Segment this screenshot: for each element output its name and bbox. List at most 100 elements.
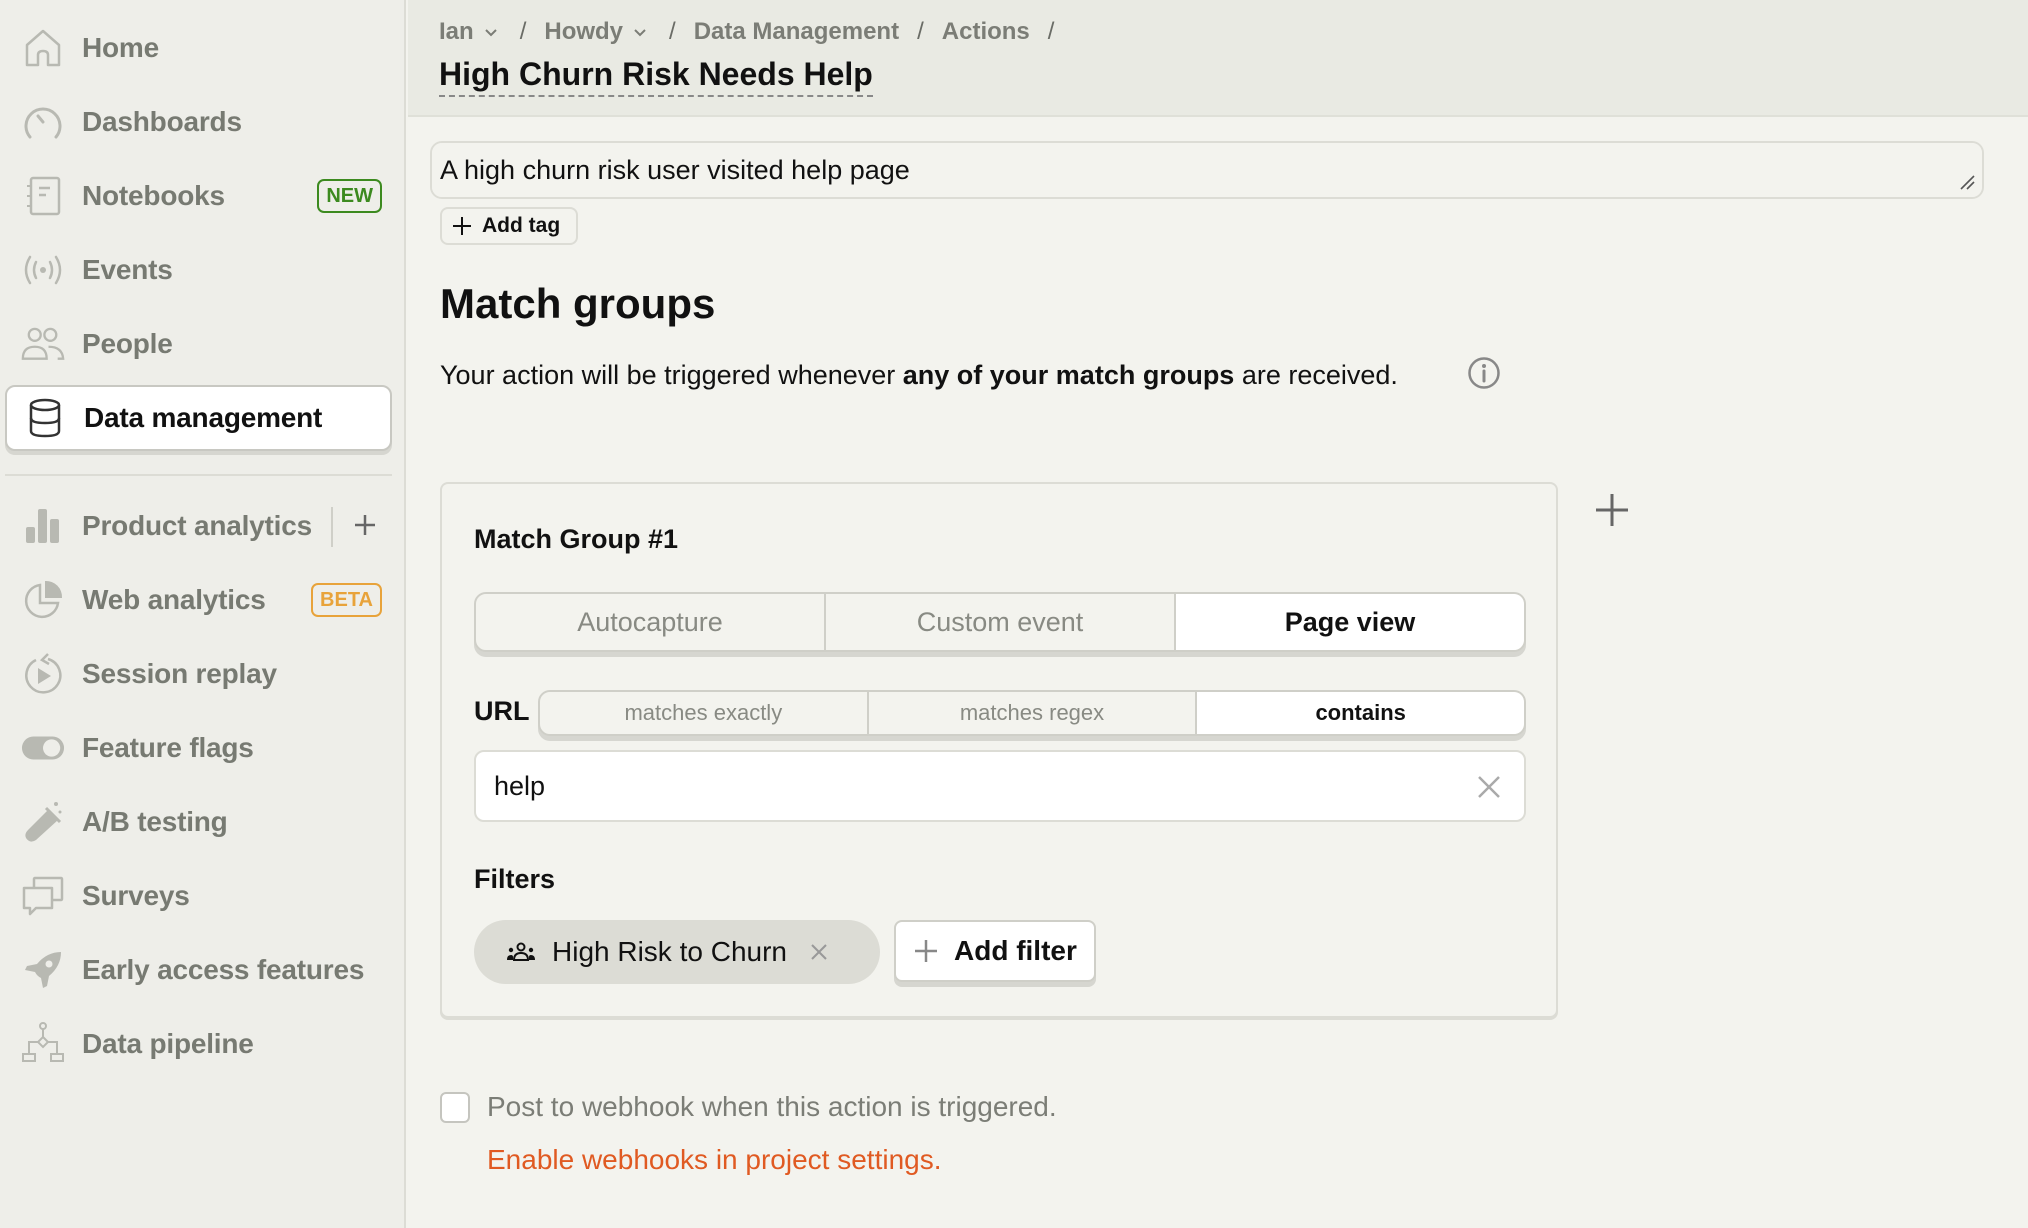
plus-icon bbox=[915, 940, 937, 962]
flask-icon bbox=[21, 800, 65, 844]
database-icon bbox=[23, 396, 67, 440]
sidebar-item-ab-testing[interactable]: A/B testing bbox=[5, 789, 392, 855]
sidebar-item-label: Product analytics bbox=[82, 510, 313, 541]
dashboard-gauge-icon bbox=[21, 100, 65, 144]
sidebar-item-label: People bbox=[82, 328, 173, 359]
url-match-contains[interactable]: contains bbox=[1197, 692, 1524, 734]
breadcrumb-label: Ian bbox=[439, 18, 474, 45]
pie-chart-icon bbox=[21, 578, 65, 622]
chevron-down-icon bbox=[484, 29, 497, 37]
chevron-down-icon bbox=[634, 29, 646, 37]
plus-icon bbox=[453, 217, 471, 235]
sidebar-item-data-pipeline[interactable]: Data pipeline bbox=[5, 1011, 392, 1077]
sidebar-item-web-analytics[interactable]: Web analytics BETA bbox=[5, 567, 392, 633]
chat-bubbles-icon bbox=[21, 874, 65, 918]
sidebar-item-label: Feature flags bbox=[82, 732, 254, 763]
event-type-page-view[interactable]: Page view bbox=[1176, 594, 1524, 650]
toggle-icon bbox=[21, 726, 65, 770]
enable-webhooks-link[interactable]: Enable webhooks in project settings. bbox=[487, 1144, 942, 1176]
breadcrumb: Ian / Howdy / Data Management / Actions … bbox=[439, 18, 1072, 46]
webhook-checkbox-label: Post to webhook when this action is trig… bbox=[487, 1091, 1057, 1122]
add-filter-button[interactable]: Add filter bbox=[894, 920, 1096, 982]
sidebar-item-label: Data pipeline bbox=[82, 1028, 254, 1059]
top-bar: Ian / Howdy / Data Management / Actions … bbox=[408, 0, 2028, 117]
separator bbox=[331, 507, 333, 547]
cohort-icon bbox=[507, 942, 535, 961]
sidebar-item-home[interactable]: Home bbox=[5, 15, 392, 81]
sidebar-item-label: Dashboards bbox=[82, 106, 242, 137]
sidebar-item-dashboards[interactable]: Dashboards bbox=[5, 89, 392, 155]
breadcrumb-separator: / bbox=[1047, 18, 1055, 45]
sidebar-item-early-access[interactable]: Early access features bbox=[5, 937, 392, 1003]
url-match-selector: matches exactly matches regex contains bbox=[538, 690, 1526, 736]
info-icon[interactable] bbox=[1467, 356, 1501, 390]
event-type-selector: Autocapture Custom event Page view bbox=[474, 592, 1526, 652]
people-icon bbox=[21, 322, 65, 366]
sidebar-item-notebooks[interactable]: Notebooks NEW bbox=[5, 163, 392, 229]
add-filter-label: Add filter bbox=[954, 935, 1077, 966]
add-match-group-plus-icon[interactable] bbox=[1590, 488, 1634, 532]
breadcrumb-data-management[interactable]: Data Management bbox=[694, 18, 899, 46]
url-label: URL bbox=[474, 696, 530, 726]
match-group-title: Match Group #1 bbox=[474, 524, 679, 554]
resize-grip-icon[interactable] bbox=[1958, 173, 1976, 191]
sidebar-item-events[interactable]: Events bbox=[5, 237, 392, 303]
sidebar-item-label: Session replay bbox=[82, 658, 277, 689]
sidebar-divider bbox=[5, 474, 392, 476]
breadcrumb-separator: / bbox=[917, 18, 924, 45]
notebook-icon bbox=[21, 174, 65, 218]
breadcrumb-actions[interactable]: Actions bbox=[942, 18, 1030, 46]
sidebar: Home Dashboards Notebooks NEW Events Peo… bbox=[0, 0, 406, 1228]
home-icon bbox=[21, 26, 65, 70]
url-input[interactable] bbox=[494, 752, 1414, 820]
rocket-icon bbox=[21, 948, 65, 992]
breadcrumb-org[interactable]: Ian bbox=[439, 18, 498, 46]
event-type-autocapture[interactable]: Autocapture bbox=[476, 594, 826, 650]
sidebar-item-label: Early access features bbox=[82, 954, 365, 985]
match-groups-description: Your action will be triggered whenever a… bbox=[440, 360, 1398, 391]
new-insight-plus-icon[interactable] bbox=[347, 505, 383, 545]
webhook-row: Post to webhook when this action is trig… bbox=[440, 1091, 1057, 1123]
sidebar-item-label: Data management bbox=[84, 402, 323, 433]
broadcast-icon bbox=[21, 248, 65, 292]
sidebar-item-people[interactable]: People bbox=[5, 311, 392, 377]
breadcrumb-separator: / bbox=[669, 18, 676, 45]
sidebar-item-label: Web analytics bbox=[82, 584, 266, 615]
breadcrumb-label: Howdy bbox=[544, 18, 624, 45]
add-tag-button[interactable]: Add tag bbox=[440, 207, 578, 245]
sidebar-item-product-analytics[interactable]: Product analytics bbox=[5, 493, 392, 559]
filter-chip[interactable]: High Risk to Churn bbox=[474, 920, 880, 984]
sidebar-item-label: A/B testing bbox=[82, 806, 228, 837]
breadcrumb-project[interactable]: Howdy bbox=[544, 18, 647, 46]
beta-badge: BETA bbox=[311, 583, 382, 617]
filters-label: Filters bbox=[474, 864, 556, 894]
description-textarea[interactable] bbox=[430, 141, 1984, 199]
sidebar-item-data-management[interactable]: Data management bbox=[5, 385, 392, 451]
event-type-custom-event[interactable]: Custom event bbox=[826, 594, 1176, 650]
match-group-card: Match Group #1 Autocapture Custom event … bbox=[440, 482, 1558, 1018]
bar-chart-icon bbox=[21, 504, 65, 548]
breadcrumb-separator: / bbox=[519, 18, 527, 45]
sidebar-item-feature-flags[interactable]: Feature flags bbox=[5, 715, 392, 781]
url-match-exactly[interactable]: matches exactly bbox=[540, 692, 869, 734]
sidebar-item-label: Surveys bbox=[82, 880, 190, 911]
new-badge: NEW bbox=[317, 179, 382, 213]
sidebar-item-label: Events bbox=[82, 254, 173, 285]
sidebar-item-label: Home bbox=[82, 32, 159, 63]
sidebar-item-session-replay[interactable]: Session replay bbox=[5, 641, 392, 707]
page-title[interactable]: High Churn Risk Needs Help bbox=[439, 56, 873, 97]
description-bold: any of your match groups bbox=[902, 360, 1235, 390]
clear-icon[interactable] bbox=[1476, 774, 1502, 800]
webhook-checkbox[interactable] bbox=[440, 1091, 470, 1123]
match-groups-heading: Match groups bbox=[440, 280, 716, 327]
remove-filter-icon[interactable] bbox=[809, 942, 829, 962]
add-tag-label: Add tag bbox=[482, 214, 561, 237]
sidebar-item-label: Notebooks bbox=[82, 180, 225, 211]
sidebar-item-surveys[interactable]: Surveys bbox=[5, 863, 392, 929]
pipeline-icon bbox=[21, 1022, 65, 1066]
replay-icon bbox=[21, 652, 65, 696]
filter-chip-label: High Risk to Churn bbox=[552, 936, 787, 967]
url-match-regex[interactable]: matches regex bbox=[869, 692, 1198, 734]
description-prefix: Your action will be triggered whenever bbox=[440, 360, 903, 390]
url-input-field bbox=[474, 750, 1526, 822]
